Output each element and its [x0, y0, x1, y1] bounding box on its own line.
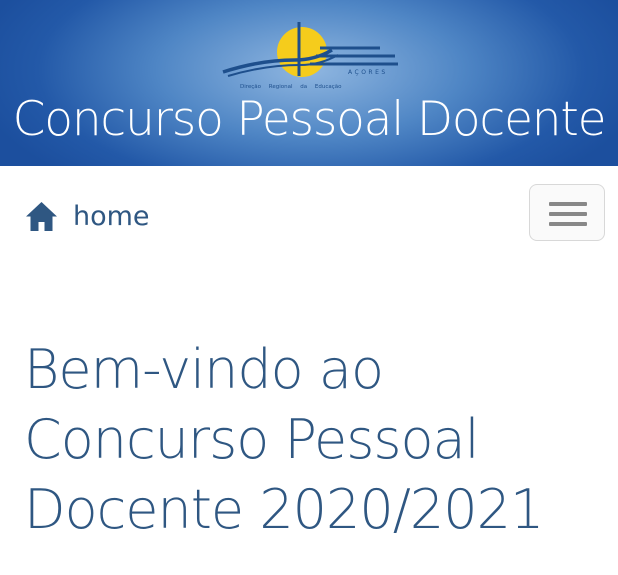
- dre-azores-logo-icon: AÇORES Direção Regional da Educação: [222, 22, 398, 90]
- home-link[interactable]: home: [24, 196, 150, 236]
- menu-toggle-button[interactable]: [529, 184, 605, 241]
- top-nav: home: [0, 166, 618, 256]
- welcome-heading: Bem-vindo ao Concurso Pessoal Docente 20…: [24, 335, 604, 545]
- welcome-line-1: Bem-vindo ao: [24, 338, 384, 401]
- header-banner: AÇORES Direção Regional da Educação Conc…: [0, 0, 618, 166]
- home-icon: [26, 201, 57, 231]
- welcome-line-3: Docente 2020/2021: [24, 478, 544, 541]
- welcome-line-2: Concurso Pessoal: [24, 408, 480, 471]
- logo-acronym: AÇORES: [348, 69, 388, 76]
- home-label: home: [73, 200, 150, 232]
- site-title: Concurso Pessoal Docente: [12, 92, 607, 147]
